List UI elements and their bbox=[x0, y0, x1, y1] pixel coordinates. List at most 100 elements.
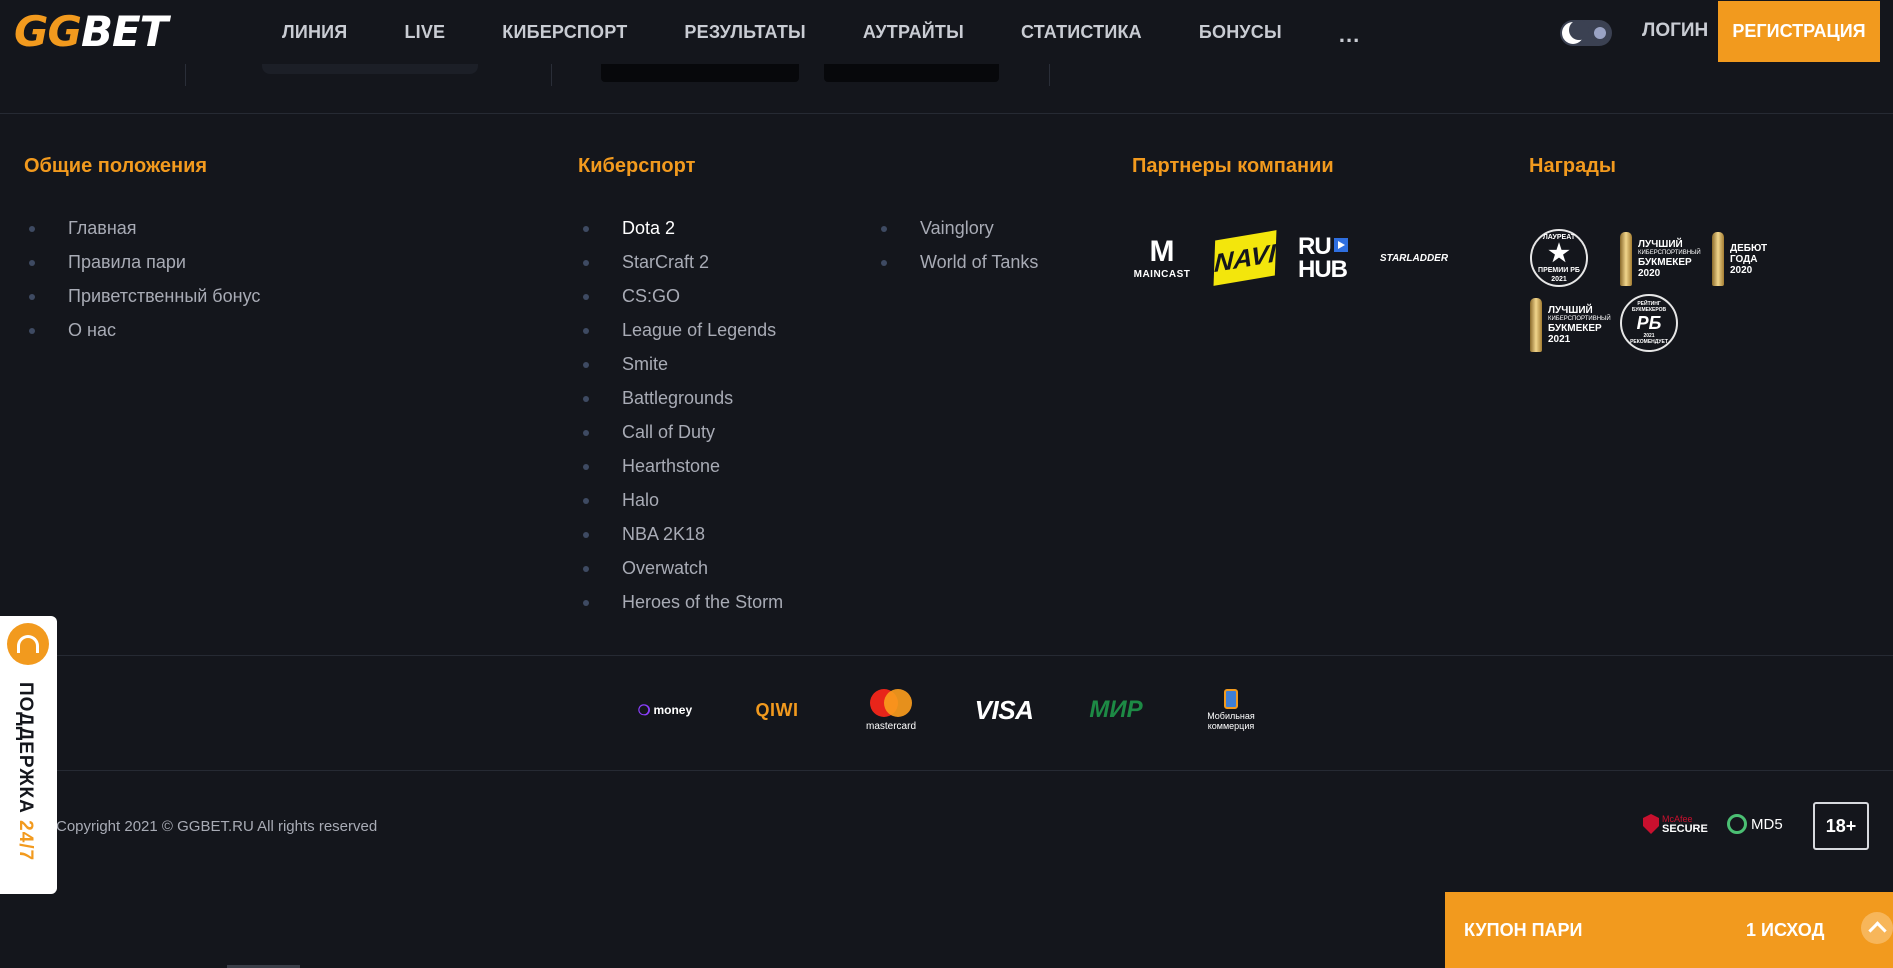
award-small: КИБЕРСПОРТИВНЫЙ bbox=[1548, 316, 1611, 322]
esports-links-2: Vainglory World of Tanks bbox=[876, 211, 1038, 279]
partners-title: Партнеры компании bbox=[1132, 155, 1334, 177]
main-nav: ЛИНИЯ LIVE КИБЕРСПОРТ РЕЗУЛЬТАТЫ АУТРАЙТ… bbox=[282, 0, 1360, 64]
link-main[interactable]: Главная bbox=[24, 211, 260, 245]
navi-logo[interactable]: NAVI bbox=[1213, 230, 1277, 286]
nav-esports[interactable]: КИБЕРСПОРТ bbox=[502, 22, 627, 43]
nav-live[interactable]: LIVE bbox=[404, 22, 445, 43]
award-best-2020: ЛУЧШИЙ КИБЕРСПОРТИВНЫЙ БУКМЕКЕР 2020 bbox=[1620, 232, 1701, 286]
general-links: Главная Правила пари Приветственный бону… bbox=[24, 211, 260, 347]
link-vainglory[interactable]: Vainglory bbox=[876, 211, 1038, 245]
support-tab[interactable]: ПОДДЕРЖКА 24/7 bbox=[0, 616, 57, 894]
copyright-text: Copyright 2021 © GGBET.RU All rights res… bbox=[56, 818, 378, 835]
trophy-icon bbox=[1620, 232, 1632, 286]
award-debut-text: ДЕБЮТ ГОДА 2020 bbox=[1730, 243, 1767, 276]
support-text: ПОДДЕРЖКА bbox=[15, 682, 36, 814]
content-divider bbox=[1049, 64, 1050, 86]
bet-coupon-bar[interactable]: КУПОН ПАРИ 1 ИСХОД bbox=[1445, 892, 1893, 968]
theme-toggle[interactable] bbox=[1560, 20, 1612, 46]
nav-bonuses[interactable]: БОНУСЫ bbox=[1199, 22, 1282, 43]
laureate-bottom: ПРЕМИИ РБ 2021 bbox=[1538, 266, 1580, 283]
award-best-2020-text: ЛУЧШИЙ КИБЕРСПОРТИВНЫЙ БУКМЕКЕР 2020 bbox=[1638, 239, 1701, 279]
nav-outrights[interactable]: АУТРАЙТЫ bbox=[863, 22, 964, 43]
mastercard-logo: mastercard bbox=[858, 686, 924, 734]
award-laureate: ЛАУРЕАТ ★ ПРЕМИИ РБ 2021 bbox=[1530, 229, 1588, 287]
trophy-icon bbox=[1530, 298, 1542, 352]
coupon-count: 1 ИСХОД bbox=[1746, 920, 1825, 940]
content-remnant bbox=[262, 64, 478, 74]
link-halo[interactable]: Halo bbox=[578, 483, 783, 517]
link-starcraft2[interactable]: StarCraft 2 bbox=[578, 245, 783, 279]
bottom-divider bbox=[0, 770, 1893, 771]
link-lol[interactable]: League of Legends bbox=[578, 313, 783, 347]
nav-results[interactable]: РЕЗУЛЬТАТЫ bbox=[684, 22, 805, 43]
payments-top-divider bbox=[0, 655, 1893, 656]
nav-statistics[interactable]: СТАТИСТИКА bbox=[1021, 22, 1142, 43]
award-year: 2020 bbox=[1730, 264, 1753, 276]
top-header: GGBET ЛИНИЯ LIVE КИБЕРСПОРТ РЕЗУЛЬТАТЫ А… bbox=[0, 0, 1893, 64]
link-overwatch[interactable]: Overwatch bbox=[578, 551, 783, 585]
visa-logo: VISA bbox=[974, 694, 1034, 725]
mir-logo: МИР bbox=[1089, 696, 1143, 723]
award-line: ГОДА bbox=[1730, 253, 1758, 265]
link-hearthstone[interactable]: Hearthstone bbox=[578, 449, 783, 483]
login-button[interactable]: ЛОГИН bbox=[1642, 20, 1708, 42]
mobile-commerce-text: Мобильная коммерция bbox=[1207, 711, 1255, 731]
yumoney-text: money bbox=[653, 703, 693, 717]
age-restriction-badge: 18+ bbox=[1813, 802, 1869, 850]
esports-title: Киберспорт bbox=[578, 155, 696, 177]
awards-title: Награды bbox=[1529, 155, 1617, 177]
navi-text: NAVI bbox=[1213, 230, 1277, 286]
mcafee-bottom: SECURE bbox=[1662, 823, 1708, 835]
link-nba2k18[interactable]: NBA 2K18 bbox=[578, 517, 783, 551]
award-small: КИБЕРСПОРТИВНЫЙ bbox=[1638, 250, 1701, 256]
rating-mark: РБ bbox=[1636, 313, 1662, 333]
laureate-seal: ЛАУРЕАТ ★ ПРЕМИИ РБ 2021 bbox=[1530, 229, 1588, 287]
link-heroes-of-the-storm[interactable]: Heroes of the Storm bbox=[578, 585, 783, 619]
maincast-text: MAINCAST bbox=[1133, 268, 1191, 280]
starladder-logo[interactable]: STARLADDER bbox=[1380, 232, 1448, 284]
link-call-of-duty[interactable]: Call of Duty bbox=[578, 415, 783, 449]
md5-text: MD5 bbox=[1751, 815, 1783, 833]
link-welcome-bonus[interactable]: Приветственный бонус bbox=[24, 279, 260, 313]
link-dota2[interactable]: Dota 2 bbox=[578, 211, 783, 245]
ruhub-bottom: HUB bbox=[1298, 256, 1348, 283]
content-divider bbox=[185, 64, 186, 86]
award-line: ДЕБЮТ bbox=[1730, 242, 1768, 254]
chevron-up-icon[interactable] bbox=[1861, 912, 1893, 944]
google-play-badge[interactable] bbox=[824, 64, 999, 82]
yumoney-icon: ❍ bbox=[637, 701, 651, 718]
toggle-knob bbox=[1594, 27, 1606, 39]
rating-bottom: РЕКОМЕНДУЕТ bbox=[1630, 339, 1668, 345]
phone-icon bbox=[1224, 689, 1238, 709]
link-about[interactable]: О нас bbox=[24, 313, 260, 347]
award-rating: РЕЙТИНГ БУКМЕКЕРОВ РБ 2021 РЕКОМЕНДУЕТ bbox=[1620, 294, 1678, 352]
register-button[interactable]: РЕГИСТРАЦИЯ bbox=[1718, 1, 1880, 62]
award-line: ЛУЧШИЙ bbox=[1638, 239, 1683, 250]
app-store-badge[interactable] bbox=[601, 64, 799, 82]
ruhub-logo[interactable]: RU HUB bbox=[1298, 232, 1360, 284]
star-icon: ★ bbox=[1548, 239, 1570, 267]
award-debut: ДЕБЮТ ГОДА 2020 bbox=[1712, 232, 1767, 286]
link-world-of-tanks[interactable]: World of Tanks bbox=[876, 245, 1038, 279]
link-smite[interactable]: Smite bbox=[578, 347, 783, 381]
more-menu-icon[interactable]: ... bbox=[1339, 22, 1360, 48]
general-title: Общие положения bbox=[24, 155, 208, 177]
link-csgo[interactable]: CS:GO bbox=[578, 279, 783, 313]
support-label: ПОДДЕРЖКА 24/7 bbox=[14, 682, 36, 861]
ggbet-logo[interactable]: GGBET bbox=[14, 10, 168, 54]
headset-icon bbox=[7, 623, 49, 665]
link-battlegrounds[interactable]: Battlegrounds bbox=[578, 381, 783, 415]
play-icon bbox=[1333, 238, 1348, 252]
award-year: 2021 bbox=[1548, 334, 1571, 345]
maincast-logo[interactable]: M MAINCAST bbox=[1131, 232, 1193, 284]
award-best-2021: ЛУЧШИЙ КИБЕРСПОРТИВНЫЙ БУКМЕКЕР 2021 bbox=[1530, 298, 1611, 352]
maincast-mark: M bbox=[1149, 234, 1175, 268]
support-hours: 24/7 bbox=[15, 820, 36, 862]
rating-top: РЕЙТИНГ БУКМЕКЕРОВ bbox=[1631, 301, 1667, 313]
content-divider bbox=[551, 64, 552, 86]
award-best-2021-text: ЛУЧШИЙ КИБЕРСПОРТИВНЫЙ БУКМЕКЕР 2021 bbox=[1548, 305, 1611, 345]
rating-seal: РЕЙТИНГ БУКМЕКЕРОВ РБ 2021 РЕКОМЕНДУЕТ bbox=[1620, 294, 1678, 352]
mcafee-shield-icon bbox=[1643, 814, 1659, 834]
nav-line[interactable]: ЛИНИЯ bbox=[282, 22, 347, 43]
link-betting-rules[interactable]: Правила пари bbox=[24, 245, 260, 279]
